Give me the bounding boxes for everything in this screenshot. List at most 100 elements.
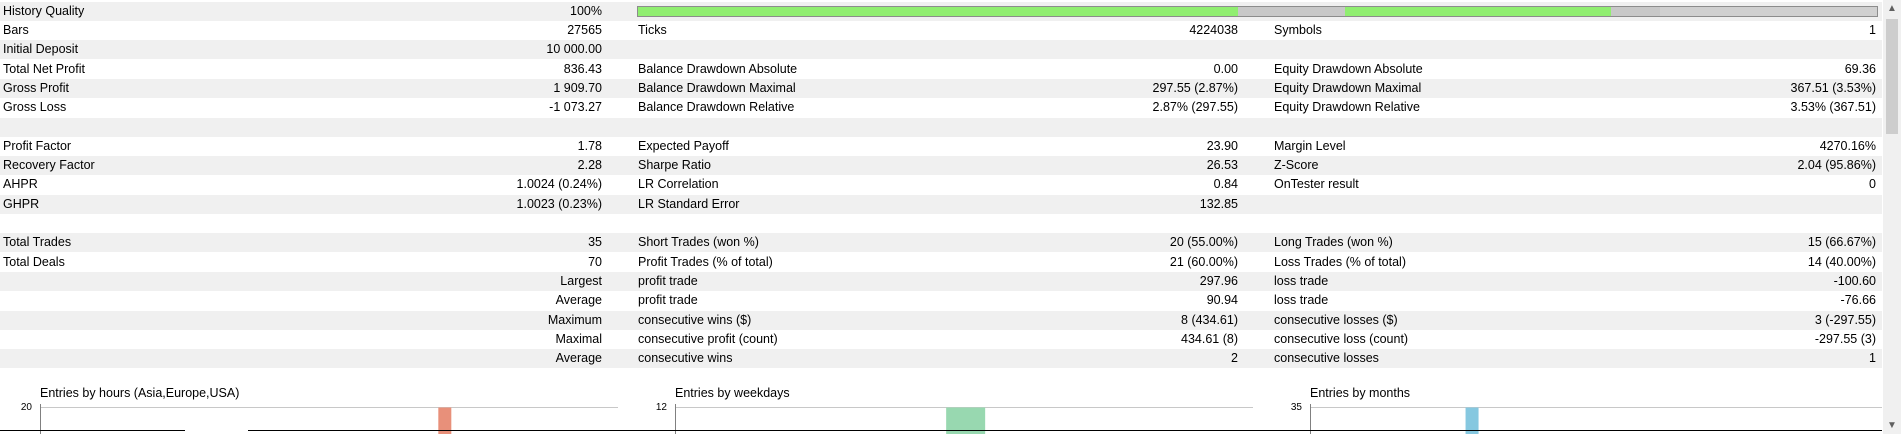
stat-label: Ticks — [638, 23, 667, 37]
stat-label: Gross Profit — [3, 81, 69, 95]
stat-label — [638, 214, 938, 233]
stat-label: Short Trades (won %) — [638, 235, 759, 249]
stat-value: 0 — [1869, 177, 1876, 191]
stat-label: Loss Trades (% of total) — [1274, 255, 1407, 269]
chart-plot — [1310, 404, 1882, 434]
stat-label: LR Standard Error — [638, 197, 740, 211]
stat-label: AHPR — [3, 177, 38, 191]
stat-label — [1274, 40, 1574, 59]
stat-label: LR Correlation — [638, 177, 719, 191]
chart-plot — [40, 404, 618, 434]
entries-chart: Entries by weekdays 12 — [655, 386, 1273, 434]
stat-label — [3, 330, 283, 349]
scrollbar-thumb[interactable] — [1886, 19, 1898, 134]
entries-chart: Entries by months 35 — [1290, 386, 1882, 434]
stat-label: Balance Drawdown Relative — [638, 100, 795, 114]
stat-value: 1 909.70 — [553, 81, 602, 95]
chart-y-max-label: 20 — [20, 402, 32, 413]
history-quality-label: History Quality — [3, 4, 85, 18]
stat-value: 2.28 — [577, 158, 602, 172]
stat-label: Recovery Factor — [3, 158, 95, 172]
stat-value: 35 — [588, 235, 602, 249]
stat-label: OnTester result — [1274, 177, 1359, 191]
stat-value: 297.96 — [1199, 274, 1238, 288]
stat-value: 4270.16% — [1819, 139, 1876, 153]
stat-value: 434.61 (8) — [1181, 332, 1238, 346]
stat-value: 367.51 (3.53%) — [1790, 81, 1876, 95]
stat-label: consecutive loss (count) — [1274, 332, 1409, 346]
stats-row: Total Trades 35 Short Trades (won %) 20 (55… — [0, 233, 1882, 252]
stat-label — [1274, 195, 1574, 214]
stat-value: -1 073.27 — [549, 100, 602, 114]
stat-value — [1580, 118, 1876, 137]
stat-label — [1274, 368, 1574, 387]
stats-row: Average consecutive wins 2 consecutive loss… — [0, 349, 1882, 368]
stat-value: -297.55 (3) — [1814, 332, 1876, 346]
scroll-up-arrow-icon[interactable]: ▲ — [1883, 0, 1901, 17]
stats-row: Profit Factor 1.78 Expected Payoff 23.90 Mar… — [0, 137, 1882, 156]
stat-value — [940, 368, 1238, 387]
stat-value: 1.0024 (0.24%) — [516, 177, 602, 191]
stat-value: -100.60 — [1833, 274, 1876, 288]
stat-label: Balance Drawdown Absolute — [638, 62, 798, 76]
stat-label: Z-Score — [1274, 158, 1319, 172]
stat-value: 297.55 (2.87%) — [1152, 81, 1238, 95]
stat-value: 26.53 — [1206, 158, 1238, 172]
stat-label — [638, 118, 938, 137]
stat-value: 0.00 — [1213, 62, 1238, 76]
history-quality-bar — [637, 6, 1878, 17]
stat-label: Total Trades — [3, 235, 72, 249]
stats-row: AHPR 1.0024 (0.24%) LR Correlation 0.84 OnTe… — [0, 175, 1882, 194]
stat-value: 836.43 — [563, 62, 602, 76]
chart-plot — [675, 404, 1253, 434]
stats-row: Bars 27565 Ticks 4224038 Symbols 1 — [0, 21, 1882, 40]
stat-label: Expected Payoff — [638, 139, 729, 153]
stat-value — [300, 368, 602, 387]
stat-label: Profit Trades (% of total) — [638, 255, 773, 269]
stats-row: Largest profit trade 297.96 loss trade -100.… — [0, 272, 1882, 291]
stats-row: Gross Profit 1 909.70 Balance Drawdown Max… — [0, 79, 1882, 98]
stat-value: -76.66 — [1840, 293, 1876, 307]
stat-value — [1580, 368, 1876, 387]
history-quality-segment — [1610, 7, 1661, 16]
history-quality-segment — [1345, 7, 1611, 16]
stat-value: 1 — [1869, 23, 1876, 37]
stat-label: Profit Factor — [3, 139, 72, 153]
stat-value: 132.85 — [1199, 197, 1238, 211]
stat-label: Symbols — [1274, 23, 1322, 37]
stat-label: consecutive losses — [1274, 351, 1379, 365]
stat-label: consecutive losses ($) — [1274, 313, 1398, 327]
stat-value: Average — [555, 351, 602, 365]
stat-label: profit trade — [638, 293, 698, 307]
stat-label: Equity Drawdown Absolute — [1274, 62, 1423, 76]
stat-label: GHPR — [3, 197, 40, 211]
stat-label: Long Trades (won %) — [1274, 235, 1393, 249]
stat-value: 1 — [1869, 351, 1876, 365]
stat-label — [3, 291, 283, 310]
stats-row: Average profit trade 90.94 loss trade -76.66 — [0, 291, 1882, 310]
stat-label — [3, 272, 283, 291]
panel-border — [248, 430, 1882, 431]
stat-value — [1580, 40, 1876, 59]
stats-row: GHPR 1.0023 (0.23%) LR Standard Error 132.8… — [0, 195, 1882, 214]
stat-value: 0.84 — [1213, 177, 1238, 191]
stat-label: Equity Drawdown Relative — [1274, 100, 1420, 114]
stat-label: Balance Drawdown Maximal — [638, 81, 796, 95]
vertical-scrollbar[interactable]: ▲ ▼ — [1883, 0, 1901, 434]
stat-value: 1.0023 (0.23%) — [516, 197, 602, 211]
stat-value: 70 — [588, 255, 602, 269]
stat-label — [638, 368, 938, 387]
stat-label: consecutive wins — [638, 351, 733, 365]
stats-row: Total Deals 70 Profit Trades (% of total) 2… — [0, 253, 1882, 272]
chart-y-max-label: 35 — [1290, 402, 1302, 413]
stat-value: 3.53% (367.51) — [1790, 100, 1876, 114]
stat-value: Maximal — [555, 332, 602, 346]
scroll-down-arrow-icon[interactable]: ▼ — [1883, 417, 1901, 434]
backtest-report: History Quality 100% Bars 27565 Ticks 42240… — [0, 0, 1882, 434]
stat-value — [940, 118, 1238, 137]
stat-label — [1274, 118, 1574, 137]
history-quality-value: 100% — [570, 4, 602, 18]
stat-value — [1580, 214, 1876, 233]
stats-row: Maximal consecutive profit (count) 434.61 … — [0, 330, 1882, 349]
stat-value: 2.04 (95.86%) — [1797, 158, 1876, 172]
